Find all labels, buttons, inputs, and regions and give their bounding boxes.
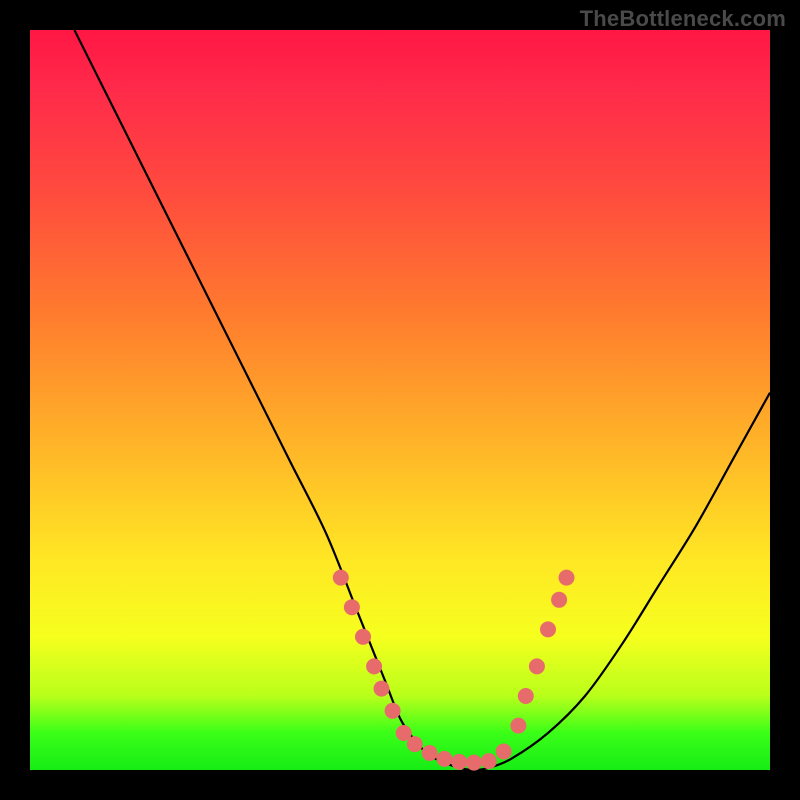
salmon-dot <box>510 718 526 734</box>
salmon-dot <box>540 621 556 637</box>
salmon-dot <box>422 745 438 761</box>
salmon-dot <box>559 570 575 586</box>
salmon-dot <box>344 599 360 615</box>
salmon-dot <box>436 751 452 767</box>
salmon-dot <box>407 736 423 752</box>
salmon-dot <box>333 570 349 586</box>
watermark-text: TheBottleneck.com <box>580 6 786 32</box>
salmon-dot <box>355 629 371 645</box>
salmon-dot <box>385 703 401 719</box>
salmon-dot <box>551 592 567 608</box>
bottleneck-curve <box>74 30 770 770</box>
salmon-dot <box>481 753 497 769</box>
chart-frame: TheBottleneck.com <box>0 0 800 800</box>
salmon-dot <box>496 744 512 760</box>
salmon-dot <box>366 658 382 674</box>
salmon-dot <box>374 681 390 697</box>
chart-svg <box>30 30 770 770</box>
salmon-dot <box>451 754 467 770</box>
salmon-dot <box>518 688 534 704</box>
salmon-dot <box>466 755 482 771</box>
salmon-dot <box>529 658 545 674</box>
plot-area <box>30 30 770 770</box>
